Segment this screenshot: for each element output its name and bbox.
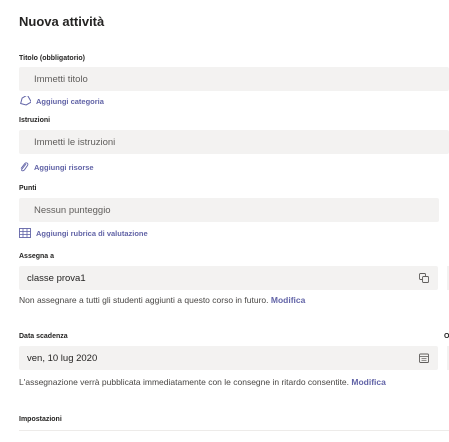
due-modify-link[interactable]: Modifica [351,377,385,387]
title-input[interactable]: Immetti titolo [19,67,449,91]
add-resources-label: Aggiungi risorse [34,162,94,172]
instructions-placeholder: Immetti le istruzioni [34,136,116,148]
title-label: Titolo (obbligatorio) [19,55,85,62]
add-category-label: Aggiungi categoria [36,96,104,106]
adjacent-label-edge: O [444,333,449,340]
add-resources-link[interactable]: Aggiungi risorse [19,162,94,172]
due-date-note: L'assegnazione verrà pubblicata immediat… [19,377,386,387]
settings-divider [19,430,449,431]
title-placeholder: Immetti titolo [34,73,88,85]
add-rubric-link[interactable]: Aggiungi rubrica di valutazione [19,228,148,238]
due-date-label: Data scadenza [19,333,68,340]
tag-icon [20,96,31,106]
paperclip-icon [20,162,29,172]
due-date-field[interactable]: ven, 10 lug 2020 [19,346,438,370]
points-placeholder: Nessun punteggio [34,204,111,216]
page-title: Nuova attività [19,14,105,29]
assign-label: Assegna a [19,253,55,260]
points-label: Punti [19,185,37,192]
due-date-value: ven, 10 lug 2020 [27,352,98,364]
settings-label: Impostazioni [19,416,62,423]
instructions-input[interactable]: Immetti le istruzioni [19,130,449,154]
assign-to-field[interactable]: classe prova1 [19,266,438,290]
calendar-icon[interactable] [419,353,429,363]
instructions-label: Istruzioni [19,117,51,124]
copy-icon[interactable] [419,273,429,283]
assign-value: classe prova1 [27,272,86,284]
assign-modify-link[interactable]: Modifica [271,295,305,305]
add-category-link[interactable]: Aggiungi categoria [19,96,104,106]
grid-icon [19,228,31,238]
assign-note: Non assegnare a tutti gli studenti aggiu… [19,295,306,305]
points-input[interactable]: Nessun punteggio [19,198,439,222]
add-rubric-label: Aggiungi rubrica di valutazione [36,228,148,238]
